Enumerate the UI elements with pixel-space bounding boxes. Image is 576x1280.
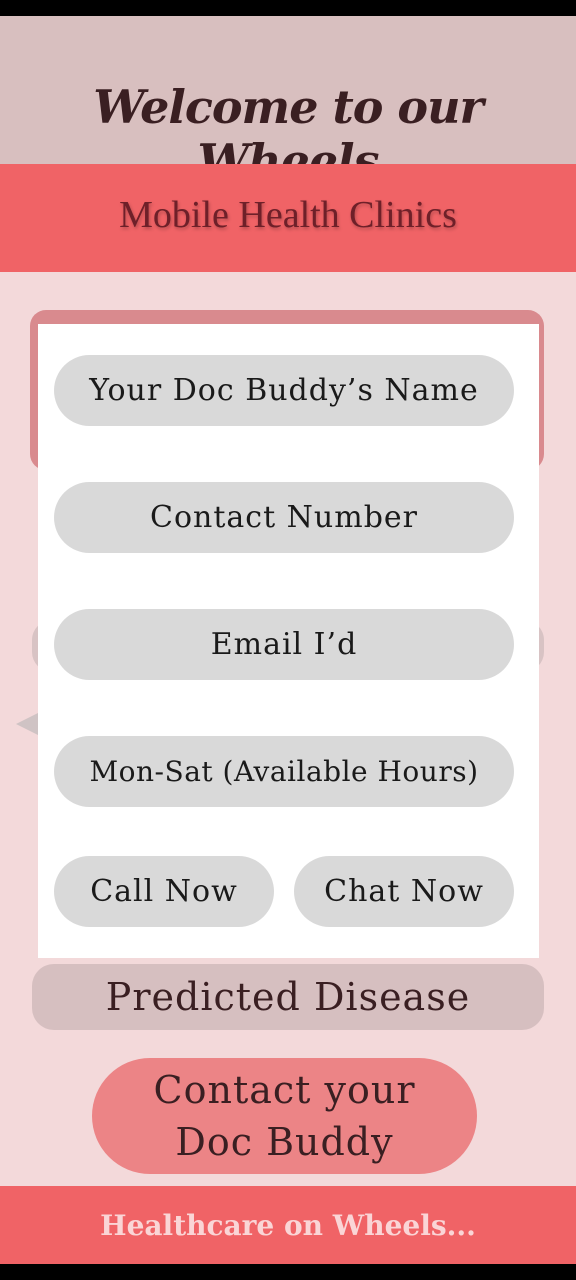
- email-field[interactable]: Email I’d: [54, 609, 514, 680]
- call-now-button[interactable]: Call Now: [54, 856, 274, 927]
- predicted-disease-button[interactable]: Predicted Disease: [32, 964, 544, 1030]
- contact-doc-buddy-button[interactable]: Contact your Doc Buddy: [92, 1058, 477, 1174]
- chat-now-button[interactable]: Chat Now: [294, 856, 514, 927]
- footer-tagline: Healthcare on Wheels...: [100, 1208, 476, 1242]
- back-arrow-icon: [16, 713, 38, 735]
- doc-buddy-name-field[interactable]: Your Doc Buddy’s Name: [54, 355, 514, 426]
- contact-number-field[interactable]: Contact Number: [54, 482, 514, 553]
- available-hours-field[interactable]: Mon-Sat (Available Hours): [54, 736, 514, 807]
- status-bar: [0, 0, 576, 16]
- subheader-title: Mobile Health Clinics: [119, 194, 457, 236]
- footer-banner: Healthcare on Wheels...: [0, 1186, 576, 1264]
- navigation-bar: [0, 1264, 576, 1280]
